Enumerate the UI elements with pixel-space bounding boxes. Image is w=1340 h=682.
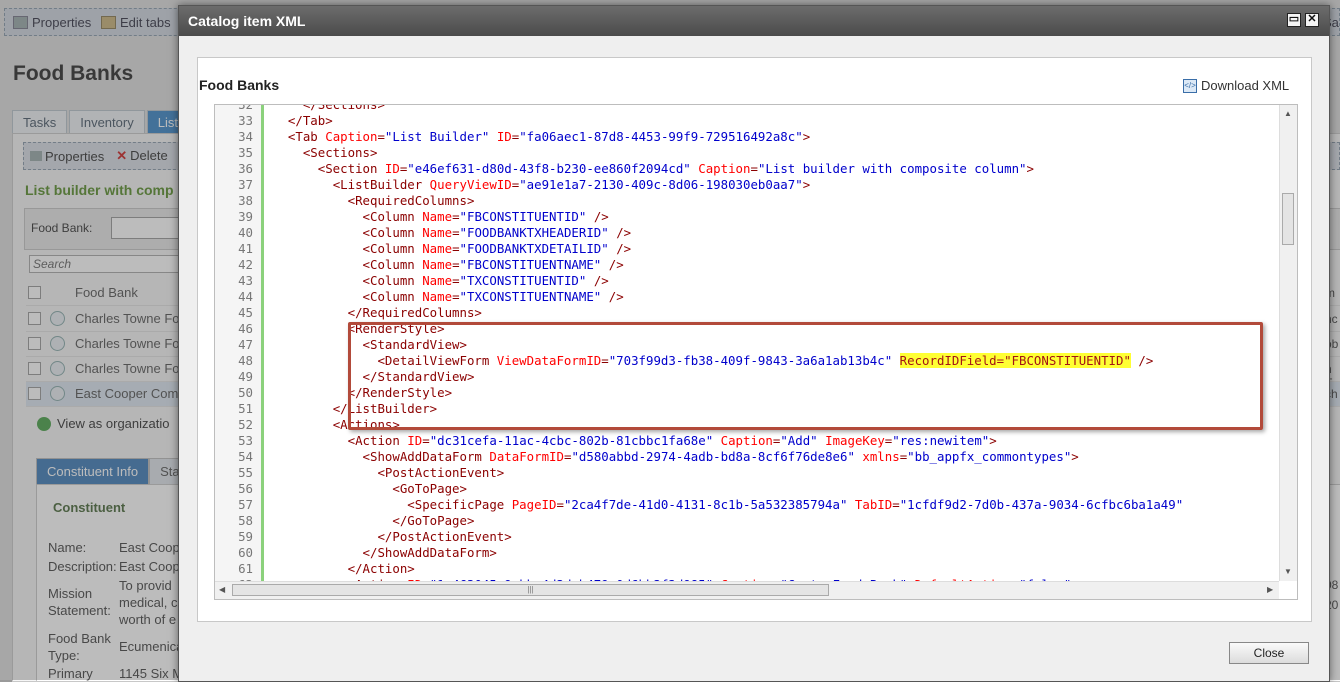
horizontal-scrollbar[interactable]: ◀ ||| ▶ xyxy=(215,581,1279,599)
line-number: 38 xyxy=(238,193,253,208)
line-number: 40 xyxy=(238,225,253,240)
line-number: 45 xyxy=(238,305,253,320)
body-title: Food Banks xyxy=(199,77,280,93)
line-number: 56 xyxy=(238,481,253,496)
line-number: 50 xyxy=(238,385,253,400)
code-line: </Action> xyxy=(347,561,415,576)
code-line: </ShowAddDataForm> xyxy=(362,545,497,560)
code-line: </GoToPage> xyxy=(392,513,475,528)
scroll-right-icon[interactable]: ▶ xyxy=(1267,585,1273,594)
xml-download-icon: </> xyxy=(1183,78,1197,93)
code-line: <GoToPage> xyxy=(392,481,467,496)
code-line: <Column Name="FOODBANKTXHEADERID" /> xyxy=(362,225,632,240)
line-number: 55 xyxy=(238,465,253,480)
line-number: 43 xyxy=(238,273,253,288)
code-line: <SpecificPage PageID="2ca4f7de-41d0-4131… xyxy=(407,497,1184,512)
line-number: 42 xyxy=(238,257,253,272)
line-number: 58 xyxy=(238,513,253,528)
code-line: <Column Name="FBCONSTITUENTNAME" /> xyxy=(362,257,624,272)
code-line: </Sections> xyxy=(302,104,385,112)
highlight-annotation-box xyxy=(348,322,1263,430)
code-line: <Column Name="FOODBANKTXDETAILID" /> xyxy=(362,241,632,256)
code-line: <Action ID="dc31cefa-11ac-4cbc-802b-81cb… xyxy=(347,433,997,448)
line-number: 32 xyxy=(238,104,253,112)
code-line: <PostActionEvent> xyxy=(377,465,505,480)
scroll-thumb[interactable] xyxy=(1282,193,1294,245)
maximize-button[interactable]: ▭ xyxy=(1287,13,1301,27)
line-number: 60 xyxy=(238,545,253,560)
scroll-left-icon[interactable]: ◀ xyxy=(219,585,225,594)
line-number: 37 xyxy=(238,177,253,192)
line-number: 52 xyxy=(238,417,253,432)
line-number: 39 xyxy=(238,209,253,224)
line-number: 47 xyxy=(238,337,253,352)
vertical-scrollbar[interactable]: ▲ ▼ xyxy=(1279,105,1297,581)
line-number: 33 xyxy=(238,113,253,128)
code-line: <Sections> xyxy=(302,145,378,160)
code-line: </RequiredColumns> xyxy=(347,305,482,320)
line-number: 59 xyxy=(238,529,253,544)
scroll-thumb[interactable]: ||| xyxy=(232,584,829,596)
maximize-icon: ▭ xyxy=(1288,13,1300,25)
line-number: 46 xyxy=(238,321,253,336)
code-line: <Column Name="TXCONSTITUENTID" /> xyxy=(362,273,609,288)
scroll-down-icon[interactable]: ▼ xyxy=(1284,567,1292,576)
scroll-up-icon[interactable]: ▲ xyxy=(1284,109,1292,118)
dialog-titlebar: Catalog item XML ▭ ✕ xyxy=(179,6,1329,36)
close-x-button[interactable]: ✕ xyxy=(1305,13,1319,27)
code-line: </PostActionEvent> xyxy=(377,529,512,544)
line-number: 48 xyxy=(238,353,253,368)
line-number: 61 xyxy=(238,561,253,576)
code-line: <Column Name="TXCONSTITUENTNAME" /> xyxy=(362,289,624,304)
line-number: 44 xyxy=(238,289,253,304)
close-button[interactable]: Close xyxy=(1229,642,1309,664)
line-number: 34 xyxy=(238,129,253,144)
code-line: <Section ID="e46ef631-d80d-43f8-b230-ee8… xyxy=(317,161,1034,176)
line-number: 35 xyxy=(238,145,253,160)
line-number: 36 xyxy=(238,161,253,176)
code-line: <ShowAddDataForm DataFormID="d580abbd-29… xyxy=(362,449,1079,464)
close-icon: ✕ xyxy=(1307,13,1317,25)
gutter-change-bar xyxy=(261,105,264,581)
code-line: <Tab Caption="List Builder" ID="fa06aec1… xyxy=(287,129,811,144)
catalog-item-xml-dialog: Catalog item XML ▭ ✕ Food Banks </> Down… xyxy=(178,5,1330,682)
line-number: 54 xyxy=(238,449,253,464)
line-number: 49 xyxy=(238,369,253,384)
code-line: <RequiredColumns> xyxy=(347,193,475,208)
line-number: 41 xyxy=(238,241,253,256)
line-number: 51 xyxy=(238,401,253,416)
line-number: 57 xyxy=(238,497,253,512)
code-line: </Tab> xyxy=(287,113,333,128)
xml-code-editor[interactable]: 32 33 34 35 36 37 38 39 40 41 42 43 44 4… xyxy=(214,104,1298,600)
dialog-title: Catalog item XML xyxy=(188,13,306,29)
line-number: 53 xyxy=(238,433,253,448)
code-line: <Column Name="FBCONSTITUENTID" /> xyxy=(362,209,609,224)
code-line: <ListBuilder QueryViewID="ae91e1a7-2130-… xyxy=(332,177,811,192)
download-xml-link[interactable]: </> Download XML xyxy=(1183,78,1289,93)
